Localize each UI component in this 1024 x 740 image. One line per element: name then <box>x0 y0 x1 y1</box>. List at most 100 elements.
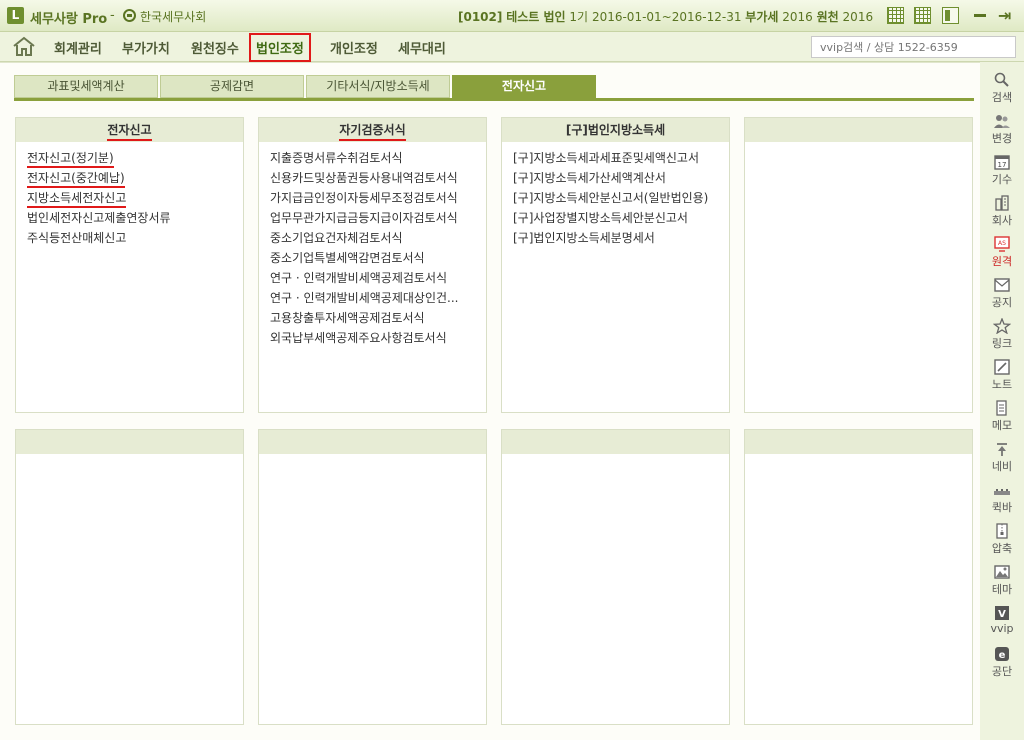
menu-withholding[interactable]: 원천징수 <box>191 38 239 57</box>
tab-e-filing[interactable]: 전자신고 <box>452 75 596 98</box>
sidebar-item-remote[interactable]: AS 원격 <box>980 236 1024 269</box>
main-content: 과표및세액계산 공제감면 기타서식/지방소득세 전자신고 전자신고 전자신고(정… <box>0 62 980 740</box>
organization-name: 한국세무사회 <box>140 10 207 24</box>
panel-empty <box>258 429 487 725</box>
sidebar-item-search[interactable]: 검색 <box>980 72 1024 105</box>
remote-icon: AS <box>994 236 1010 252</box>
panel-list: 전자신고(정기분) 전자신고(중간예납) 지방소득세전자신고 법인세전자신고제출… <box>16 142 243 248</box>
note-icon <box>994 359 1010 375</box>
menu-vat[interactable]: 부가가치 <box>122 38 170 57</box>
list-item[interactable]: 전자신고(중간예납) <box>27 168 243 188</box>
menu-individual-adjustment[interactable]: 개인조정 <box>330 38 378 57</box>
list-item[interactable]: 외국납부세액공제주요사항검토서식 <box>270 328 486 348</box>
vvip-icon: V <box>995 606 1009 620</box>
list-item[interactable]: [구]지방소득세안분신고서(일반법인용) <box>513 188 729 208</box>
list-item[interactable]: [구]사업장별지방소득세안분신고서 <box>513 208 729 228</box>
calculator-icon[interactable] <box>887 7 904 24</box>
sidebar-item-theme[interactable]: 테마 <box>980 564 1024 597</box>
list-item[interactable]: [구]지방소득세가산세액계산서 <box>513 168 729 188</box>
right-sidebar: 검색 변경 17 기수 회사 AS 원격 공지 링크 노트 메모 네비 퀵바 압… <box>980 62 1024 740</box>
sidebar-item-compress[interactable]: 압축 <box>980 523 1024 556</box>
window-layout-icon[interactable] <box>942 7 959 24</box>
tab-other-forms[interactable]: 기타서식/지방소득세 <box>306 75 450 98</box>
exit-icon[interactable]: ⇥ <box>998 6 1011 25</box>
panel-list: 지출증명서류수취검토서식 신용카드및상품권등사용내역검토서식 가지급금인정이자등… <box>259 142 486 348</box>
panel-list: [구]지방소득세과세표준및세액신고서 [구]지방소득세가산세액계산서 [구]지방… <box>502 142 729 248</box>
app-title: 세무사랑 Pro <box>30 12 108 27</box>
panel-title: 자기검증서식 <box>339 121 406 141</box>
menu-corporate-adjustment[interactable]: 법인조정 <box>249 33 311 62</box>
sidebar-item-notice[interactable]: 공지 <box>980 277 1024 310</box>
svg-text:17: 17 <box>998 161 1007 169</box>
menu-accounting[interactable]: 회계관리 <box>54 38 102 57</box>
sidebar-item-note[interactable]: 노트 <box>980 359 1024 392</box>
sidebar-item-memo[interactable]: 메모 <box>980 400 1024 433</box>
list-item[interactable]: 업무무관가지급금등지급이자검토서식 <box>270 208 486 228</box>
search-icon <box>994 72 1009 87</box>
svg-text:e: e <box>999 650 1006 661</box>
title-separator: - <box>110 8 115 23</box>
users-icon <box>994 115 1010 128</box>
calendar-grid-icon[interactable] <box>914 7 931 24</box>
vat-label: 부가세 <box>745 10 779 24</box>
menu-tax-agent[interactable]: 세무대리 <box>398 38 446 57</box>
title-bar: L 세무사랑 Pro - 한국세무사회 [0102] 테스트 법인 1기 201… <box>0 0 1024 32</box>
panel-empty <box>15 429 244 725</box>
list-item[interactable]: 중소기업요건자체검토서식 <box>270 228 486 248</box>
sidebar-item-quickbar[interactable]: 퀵바 <box>980 482 1024 515</box>
quickbar-icon <box>994 489 1010 495</box>
company-name: 테스트 법인 <box>506 10 566 24</box>
building-icon <box>995 195 1009 211</box>
sidebar-item-agency[interactable]: e 공단 <box>980 646 1024 679</box>
compress-icon <box>996 523 1008 539</box>
theme-icon <box>994 565 1010 579</box>
menu-bar: 회계관리 부가가치 원천징수 법인조정 개인조정 세무대리 <box>0 32 1024 62</box>
calendar-icon: 17 <box>994 155 1010 170</box>
vvip-search-input[interactable] <box>811 36 1016 58</box>
list-item[interactable]: 지방소득세전자신고 <box>27 188 243 208</box>
svg-text:AS: AS <box>998 240 1006 247</box>
tab-bar: 과표및세액계산 공제감면 기타서식/지방소득세 전자신고 <box>14 75 974 101</box>
sidebar-item-vvip[interactable]: V vvip <box>980 605 1024 635</box>
company-code: [0102] <box>458 10 503 24</box>
minimize-icon[interactable] <box>974 14 986 17</box>
list-item[interactable]: 지출증명서류수취검토서식 <box>270 148 486 168</box>
company-term: 1기 <box>569 10 589 24</box>
app-logo: L <box>7 7 24 24</box>
sidebar-item-change[interactable]: 변경 <box>980 113 1024 146</box>
panel-self-verification: 자기검증서식 지출증명서류수취검토서식 신용카드및상품권등사용내역검토서식 가지… <box>258 117 487 413</box>
panel-e-filing: 전자신고 전자신고(정기분) 전자신고(중간예납) 지방소득세전자신고 법인세전… <box>15 117 244 413</box>
sidebar-item-link[interactable]: 링크 <box>980 318 1024 351</box>
list-item[interactable]: 고용창출투자세액공제검토서식 <box>270 308 486 328</box>
panel-title: 전자신고 <box>107 121 152 141</box>
list-item[interactable]: 주식등전산매체신고 <box>27 228 243 248</box>
list-item[interactable]: 중소기업특별세액감면검토서식 <box>270 248 486 268</box>
sidebar-item-navi[interactable]: 네비 <box>980 441 1024 474</box>
organization-icon <box>123 9 136 22</box>
list-item[interactable]: 연구 · 인력개발비세액공제대상인건... <box>270 288 486 308</box>
list-item[interactable]: 연구 · 인력개발비세액공제검토서식 <box>270 268 486 288</box>
sidebar-item-term[interactable]: 17 기수 <box>980 154 1024 187</box>
panel-local-income-tax: [구]법인지방소득세 [구]지방소득세과세표준및세액신고서 [구]지방소득세가산… <box>501 117 730 413</box>
agency-icon: e <box>995 647 1009 661</box>
navi-icon <box>997 443 1007 456</box>
sidebar-item-company[interactable]: 회사 <box>980 195 1024 228</box>
list-item[interactable]: 법인세전자신고제출연장서류 <box>27 208 243 228</box>
list-item[interactable]: 가지급금인정이자등세무조정검토서식 <box>270 188 486 208</box>
panel-title: [구]법인지방소득세 <box>565 123 666 137</box>
withholding-year: 2016 <box>842 10 874 24</box>
list-item[interactable]: 신용카드및상품권등사용내역검토서식 <box>270 168 486 188</box>
company-info[interactable]: [0102] 테스트 법인 1기 2016-01-01~2016-12-31 부… <box>458 8 873 25</box>
tab-deductions[interactable]: 공제감면 <box>160 75 304 98</box>
company-period: 2016-01-01~2016-12-31 <box>591 10 742 24</box>
panel-empty <box>744 429 973 725</box>
notice-icon <box>994 278 1010 292</box>
panel-empty <box>501 429 730 725</box>
home-icon[interactable] <box>12 36 36 56</box>
list-item[interactable]: 전자신고(정기분) <box>27 148 243 168</box>
tab-tax-base[interactable]: 과표및세액계산 <box>14 75 158 98</box>
withholding-label: 원천 <box>816 10 839 24</box>
panel-empty <box>744 117 973 413</box>
list-item[interactable]: [구]법인지방소득세분명세서 <box>513 228 729 248</box>
list-item[interactable]: [구]지방소득세과세표준및세액신고서 <box>513 148 729 168</box>
